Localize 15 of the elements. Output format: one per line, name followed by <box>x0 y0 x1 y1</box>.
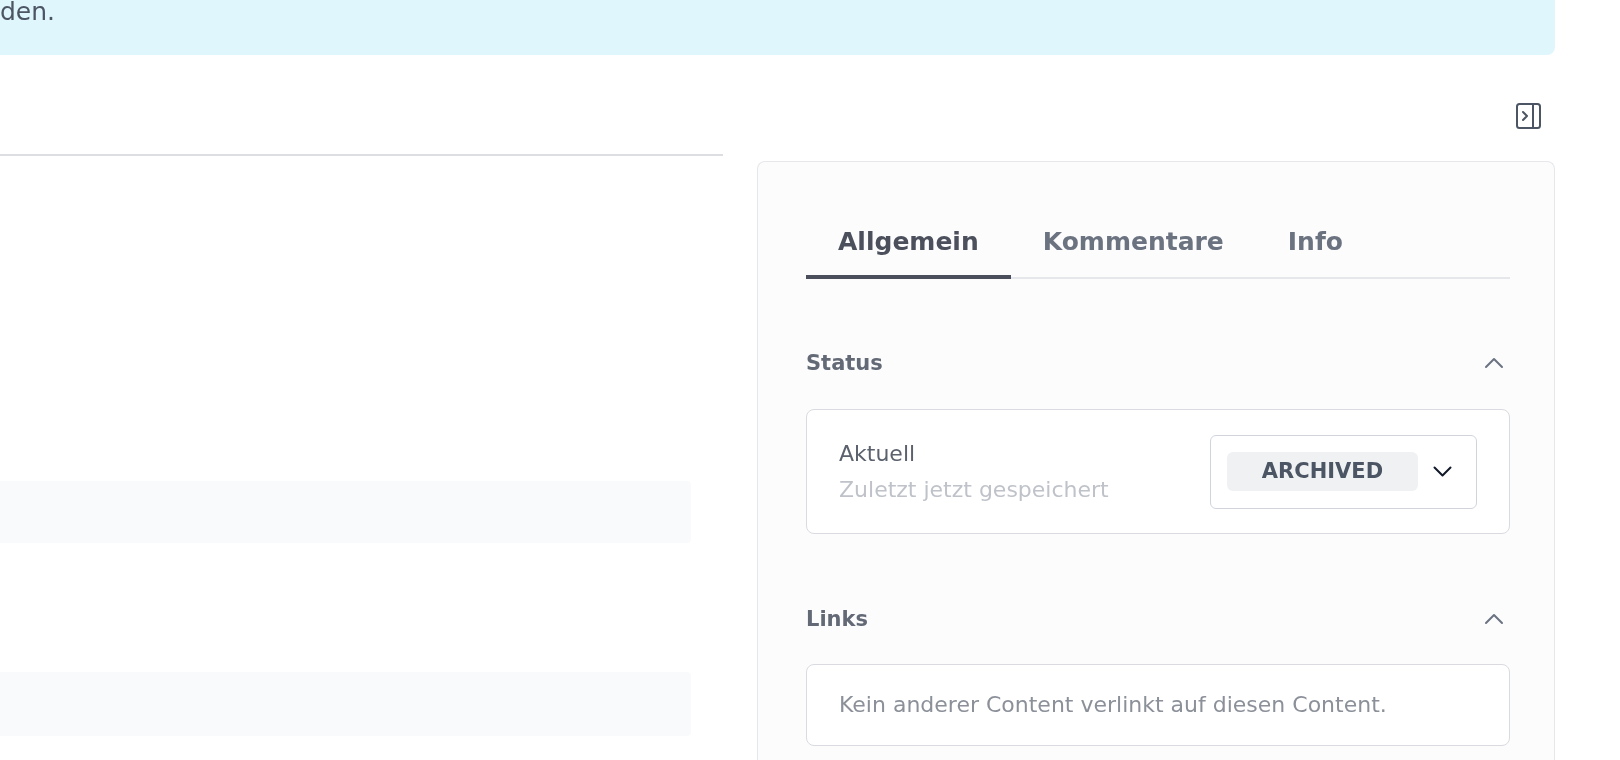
status-dropdown[interactable]: ARCHIVED <box>1210 434 1477 509</box>
section-title: Links <box>806 606 868 633</box>
chevron-up-icon[interactable] <box>1484 357 1504 369</box>
panel-collapse-icon[interactable] <box>1516 103 1541 129</box>
section-title: Status <box>806 350 883 377</box>
notice-text: den. <box>0 0 56 24</box>
status-label: Aktuell <box>839 439 917 468</box>
saved-hint: Zuletzt jetzt gespeichert <box>839 475 1109 504</box>
chevron-up-icon[interactable] <box>1484 613 1504 625</box>
tab[interactable]: Allgemein <box>806 227 1011 279</box>
chevron-down-icon[interactable] <box>1433 466 1452 477</box>
tab[interactable]: Info <box>1255 227 1375 279</box>
status-badge: ARCHIVED <box>1227 452 1418 491</box>
empty-links-message: Kein anderer Content verlinkt auf diesen Content. <box>839 691 1387 719</box>
tab[interactable]: Kommentare <box>1010 227 1256 279</box>
